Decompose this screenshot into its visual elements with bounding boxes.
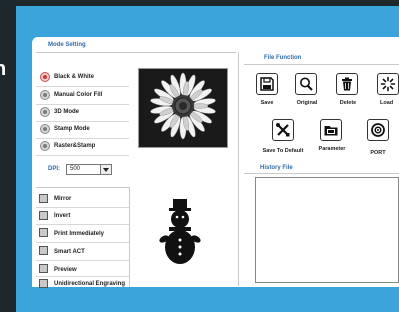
trash-can-icon	[342, 77, 352, 91]
print-immediately-checkbox[interactable]	[39, 228, 48, 237]
background-text-fragment: n	[0, 58, 7, 80]
checkbox-label: Mirror	[54, 196, 72, 202]
mode-option-label: 3D Mode	[54, 109, 80, 115]
original-image-preview[interactable]	[138, 68, 228, 148]
dpi-label: DPI:	[48, 166, 60, 172]
radio-raster-stamp[interactable]	[40, 141, 50, 151]
row-divider	[36, 276, 129, 277]
row-divider	[36, 207, 129, 208]
preview-checkbox[interactable]	[39, 264, 48, 273]
row-divider	[36, 138, 129, 139]
magnifier-icon	[300, 77, 313, 91]
floppy-disk-icon	[260, 77, 274, 91]
dpi-value: 500	[70, 166, 81, 172]
dpi-select[interactable]: 500	[66, 164, 112, 175]
sunflower-image	[139, 69, 227, 147]
row-divider	[36, 260, 129, 261]
column-divider	[129, 187, 130, 287]
smart-act-checkbox[interactable]	[39, 246, 48, 255]
load-spinner-icon	[380, 76, 396, 92]
row-divider	[36, 86, 129, 87]
checkbox-label: Preview	[54, 267, 77, 273]
file-function-divider	[244, 64, 399, 65]
original-label: Original	[296, 100, 318, 106]
checkbox-label: Smart ACT	[54, 249, 85, 255]
mode-setting-title: Mode Setting	[48, 42, 86, 48]
snowman-image	[139, 191, 227, 271]
chevron-down-icon[interactable]	[100, 165, 111, 174]
section-divider	[36, 187, 129, 188]
port-button[interactable]	[367, 119, 389, 141]
history-file-list[interactable]	[255, 177, 399, 283]
load-label: Load	[380, 100, 394, 106]
main-column-divider	[238, 52, 239, 286]
row-divider	[36, 104, 129, 105]
delete-button[interactable]	[336, 73, 358, 95]
row-divider	[36, 155, 129, 156]
folder-icon	[324, 126, 338, 136]
original-button[interactable]	[295, 73, 317, 95]
mirror-checkbox[interactable]	[39, 194, 48, 203]
save-to-default-button[interactable]	[272, 119, 294, 141]
radio-3d-mode[interactable]	[40, 107, 50, 117]
save-button[interactable]	[256, 73, 278, 95]
history-file-title: History File	[260, 165, 293, 171]
row-divider	[36, 224, 129, 225]
checkbox-label: Print Immediately	[54, 231, 105, 237]
radio-manual-color-fill[interactable]	[40, 90, 50, 100]
processed-image-preview[interactable]	[138, 190, 228, 272]
row-divider	[36, 121, 129, 122]
mode-setting-divider	[36, 52, 236, 53]
invert-checkbox[interactable]	[39, 211, 48, 220]
mode-option-label: Stamp Mode	[54, 126, 90, 132]
load-button[interactable]	[377, 73, 399, 95]
mode-option-label: Raster&Stamp	[54, 143, 96, 149]
mode-option-label: Manual Color Fill	[54, 92, 103, 98]
checkbox-label: Invert	[54, 213, 71, 219]
radio-stamp-mode[interactable]	[40, 124, 50, 134]
row-divider	[36, 242, 129, 243]
delete-label: Delete	[339, 100, 357, 106]
mode-option-label: Black & White	[54, 74, 95, 80]
port-label: PORT	[370, 150, 386, 156]
checkbox-label: Unidirectional Engraving	[54, 281, 126, 287]
unidirectional-engraving-checkbox[interactable]	[39, 279, 48, 288]
parameter-button[interactable]	[320, 119, 342, 141]
radio-black-white[interactable]	[40, 72, 50, 82]
file-function-title: File Function	[264, 55, 302, 61]
history-file-divider	[244, 173, 399, 174]
save-label: Save	[260, 100, 274, 106]
save-to-default-label: Save To Default	[262, 148, 304, 154]
tools-icon	[276, 123, 290, 137]
port-icon	[371, 123, 385, 137]
parameter-label: Parameter	[318, 146, 346, 152]
